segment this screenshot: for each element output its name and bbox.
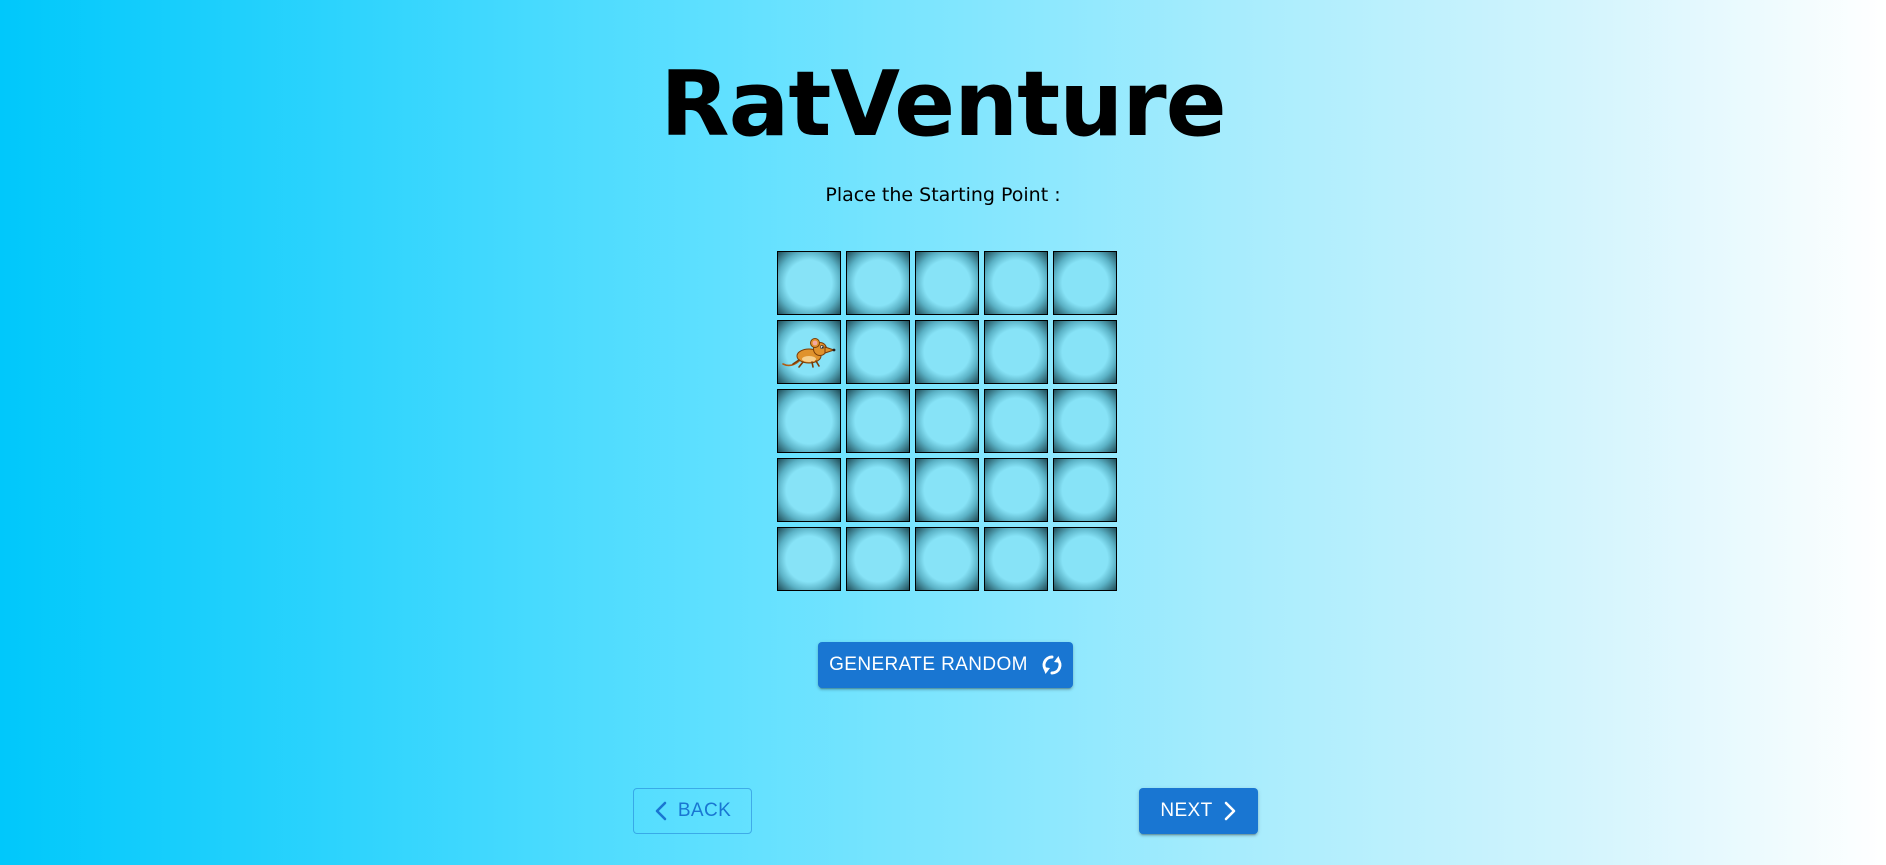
generate-random-button[interactable]: GENERATE RANDOM [818,642,1073,688]
chevron-right-icon [1223,800,1237,822]
grid-cell[interactable] [846,251,910,315]
grid-cell[interactable] [984,251,1048,315]
grid-cell[interactable] [777,251,841,315]
grid-cell[interactable] [846,458,910,522]
generate-random-label: GENERATE RANDOM [829,654,1028,675]
grid-cell[interactable] [915,389,979,453]
refresh-icon [1042,654,1062,676]
grid-cell[interactable] [777,389,841,453]
grid-cell[interactable] [777,458,841,522]
back-button[interactable]: BACK [633,788,752,834]
grid-cell[interactable] [1053,320,1117,384]
grid-cell[interactable] [984,389,1048,453]
start-point-grid [777,251,1117,591]
grid-cell[interactable] [777,527,841,591]
back-label: BACK [677,800,732,821]
grid-cell[interactable] [846,389,910,453]
grid-cell[interactable] [1053,251,1117,315]
grid-cell[interactable] [984,527,1048,591]
grid-cell[interactable] [1053,527,1117,591]
app-title: RatVenture [660,52,1226,157]
grid-cell[interactable] [984,458,1048,522]
grid-cell[interactable] [915,320,979,384]
grid-cell[interactable] [915,527,979,591]
grid-cell[interactable] [984,320,1048,384]
grid-cell[interactable] [846,527,910,591]
grid-cell[interactable] [915,458,979,522]
grid-cell[interactable] [1053,389,1117,453]
grid-cell[interactable] [915,251,979,315]
rat-icon [779,334,839,370]
instruction-text: Place the Starting Point : [825,184,1061,206]
grid-cell[interactable] [1053,458,1117,522]
grid-cell[interactable] [846,320,910,384]
grid-cell[interactable] [777,320,841,384]
next-button[interactable]: NEXT [1139,788,1258,834]
next-label: NEXT [1160,800,1213,821]
chevron-left-icon [654,800,668,822]
